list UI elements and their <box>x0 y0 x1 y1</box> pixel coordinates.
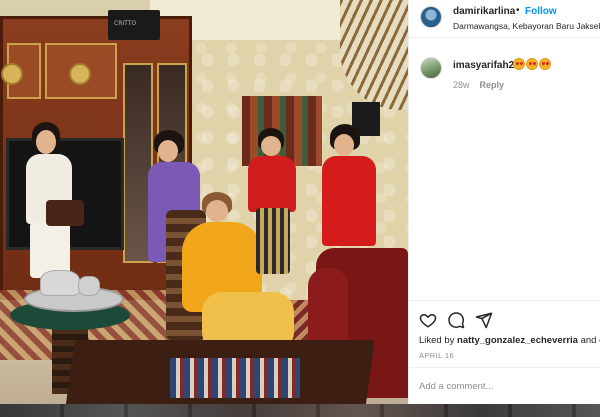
comment-age[interactable]: 28w <box>453 80 470 90</box>
liked-by-prefix: Liked by <box>419 335 458 346</box>
speaker-brand-label: CRITTO <box>114 20 137 27</box>
speaker: CRITTO <box>108 10 160 40</box>
add-comment-placeholder[interactable]: Add a comment... <box>419 381 493 392</box>
cabinet-medallion <box>69 63 91 85</box>
separator-dot: • <box>516 5 520 16</box>
cabinet-medallion <box>1 63 23 85</box>
follow-button[interactable]: Follow <box>525 6 557 17</box>
liked-by-text: Liked by natty_gonzalez_echeverria and o… <box>419 335 600 346</box>
post-photo[interactable]: CRITTO <box>0 0 408 404</box>
post-header: damirikarlina • Follow Darmawangsa, Keba… <box>409 0 600 38</box>
elephant-figurine <box>40 270 80 296</box>
heart-eyes-emoji-icon <box>539 58 551 70</box>
post-location[interactable]: Darmawangsa, Kebayoran Baru Jaksel <box>453 21 600 31</box>
liked-by-user[interactable]: natty_gonzalez_echeverria <box>457 335 578 346</box>
post-actions: Liked by natty_gonzalez_echeverria and o… <box>409 300 600 404</box>
comment-icon[interactable] <box>447 311 465 329</box>
heart-eyes-emoji-icon <box>526 58 538 70</box>
share-icon[interactable] <box>475 311 493 329</box>
table-runner <box>170 358 300 398</box>
author-username[interactable]: damirikarlina <box>453 6 515 17</box>
comment-username[interactable]: imasyarifah2 <box>453 60 514 71</box>
liked-by-suffix: and ot <box>580 335 600 346</box>
heart-icon[interactable] <box>419 311 437 329</box>
heart-eyes-emoji-icon <box>513 58 525 70</box>
post-date[interactable]: APRIL 16 <box>419 351 454 360</box>
commenter-avatar[interactable] <box>420 57 442 79</box>
elephant-figurine <box>78 276 100 296</box>
author-avatar[interactable] <box>420 6 442 28</box>
reply-button[interactable]: Reply <box>480 80 505 90</box>
comment-meta: 28w Reply <box>453 80 504 90</box>
add-comment-field[interactable]: Add a comment... <box>409 367 600 405</box>
post-sidebar: damirikarlina • Follow Darmawangsa, Keba… <box>408 0 600 404</box>
comment-reactions <box>513 58 551 70</box>
related-posts-strip[interactable] <box>0 404 600 417</box>
related-post-thumbnails[interactable] <box>0 404 600 417</box>
